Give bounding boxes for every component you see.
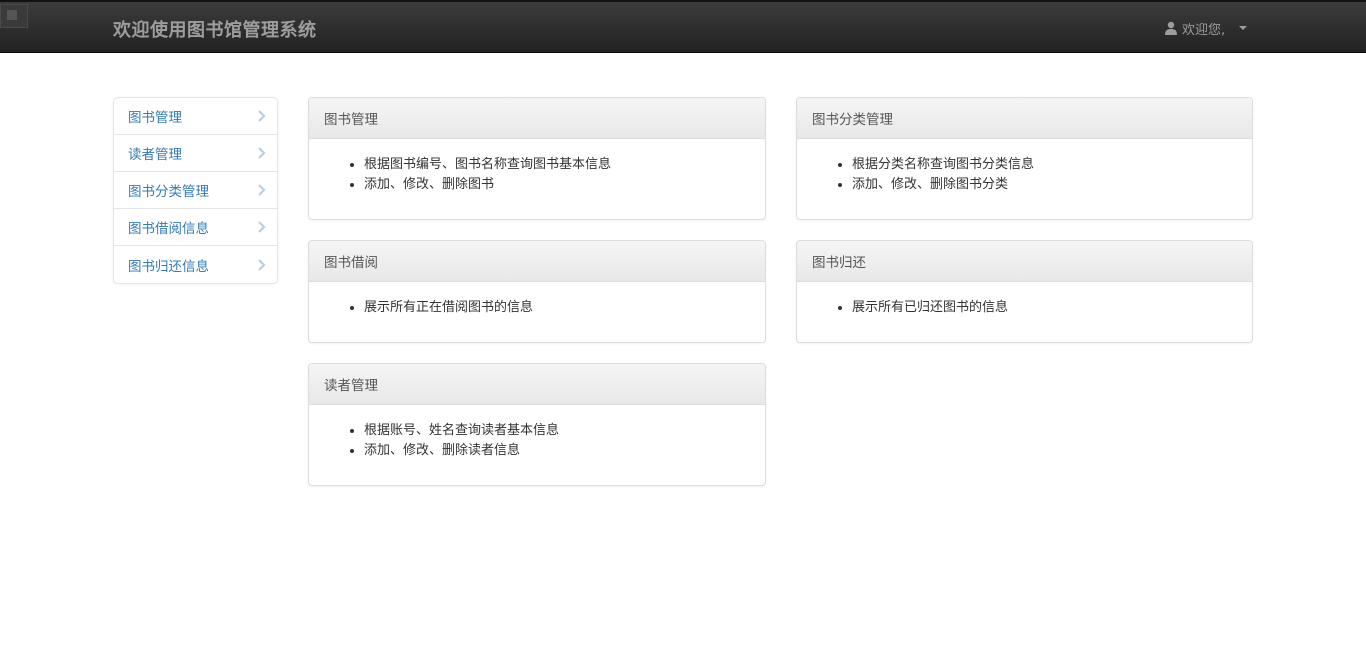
list-item: 展示所有正在借阅图书的信息 xyxy=(364,298,750,318)
sidebar-item-category-management[interactable]: 图书分类管理 xyxy=(114,172,277,209)
sidebar-item-label: 图书管理 xyxy=(128,110,182,126)
list-item: 添加、修改、删除图书 xyxy=(364,175,750,195)
sidebar-item-borrow-info[interactable]: 图书借阅信息 xyxy=(114,209,277,246)
panel-title: 图书管理 xyxy=(309,98,765,139)
sidebar-item-return-info[interactable]: 图书归还信息 xyxy=(114,246,277,283)
sidebar-item-label: 图书分类管理 xyxy=(128,184,209,200)
top-navbar: 欢迎使用图书馆管理系统 欢迎您, xyxy=(0,0,1366,53)
sidebar-item-label: 图书归还信息 xyxy=(128,258,209,275)
user-dropdown[interactable]: 欢迎您, xyxy=(1164,18,1248,38)
panel-book-return: 图书归还 展示所有已归还图书的信息 xyxy=(796,240,1253,343)
welcome-text: 欢迎您, xyxy=(1182,22,1226,38)
panel-book-management: 图书管理 根据图书编号、图书名称查询图书基本信息 添加、修改、删除图书 xyxy=(308,97,766,220)
chevron-right-icon xyxy=(258,110,266,122)
list-item: 根据分类名称查询图书分类信息 xyxy=(852,155,1237,175)
menu-toggle-icon[interactable] xyxy=(0,4,28,28)
panel-title: 图书分类管理 xyxy=(797,98,1252,139)
list-item: 根据图书编号、图书名称查询图书基本信息 xyxy=(364,155,750,175)
panel-title: 图书借阅 xyxy=(309,241,765,282)
panel-reader-management: 读者管理 根据账号、姓名查询读者基本信息 添加、修改、删除读者信息 xyxy=(308,363,766,486)
sidebar-item-book-management[interactable]: 图书管理 xyxy=(114,98,277,135)
panel-body: 根据账号、姓名查询读者基本信息 添加、修改、删除读者信息 xyxy=(309,405,765,475)
list-item: 添加、修改、删除图书分类 xyxy=(852,175,1237,195)
user-icon xyxy=(1165,21,1177,35)
app-title[interactable]: 欢迎使用图书馆管理系统 xyxy=(113,16,317,42)
chevron-right-icon xyxy=(258,184,266,196)
caret-down-icon xyxy=(1239,26,1248,30)
panel-category-management: 图书分类管理 根据分类名称查询图书分类信息 添加、修改、删除图书分类 xyxy=(796,97,1253,220)
panel-body: 根据图书编号、图书名称查询图书基本信息 添加、修改、删除图书 xyxy=(309,139,765,209)
list-item: 展示所有已归还图书的信息 xyxy=(852,298,1237,318)
panel-body: 展示所有已归还图书的信息 xyxy=(797,282,1252,332)
panel-title: 图书归还 xyxy=(797,241,1252,282)
panel-body: 展示所有正在借阅图书的信息 xyxy=(309,282,765,332)
list-item: 添加、修改、删除读者信息 xyxy=(364,441,750,461)
sidebar-item-label: 读者管理 xyxy=(128,147,182,163)
panel-book-borrow: 图书借阅 展示所有正在借阅图书的信息 xyxy=(308,240,766,343)
chevron-right-icon xyxy=(258,258,266,271)
panel-title: 读者管理 xyxy=(309,364,765,405)
sidebar-nav: 图书管理 读者管理 图书分类管理 图书借阅信息 图书归还信息 xyxy=(113,97,278,284)
list-item: 根据账号、姓名查询读者基本信息 xyxy=(364,421,750,441)
sidebar-item-label: 图书借阅信息 xyxy=(128,221,209,237)
chevron-right-icon xyxy=(258,221,266,233)
sidebar-item-reader-management[interactable]: 读者管理 xyxy=(114,135,277,172)
panel-body: 根据分类名称查询图书分类信息 添加、修改、删除图书分类 xyxy=(797,139,1252,209)
chevron-right-icon xyxy=(258,147,266,159)
